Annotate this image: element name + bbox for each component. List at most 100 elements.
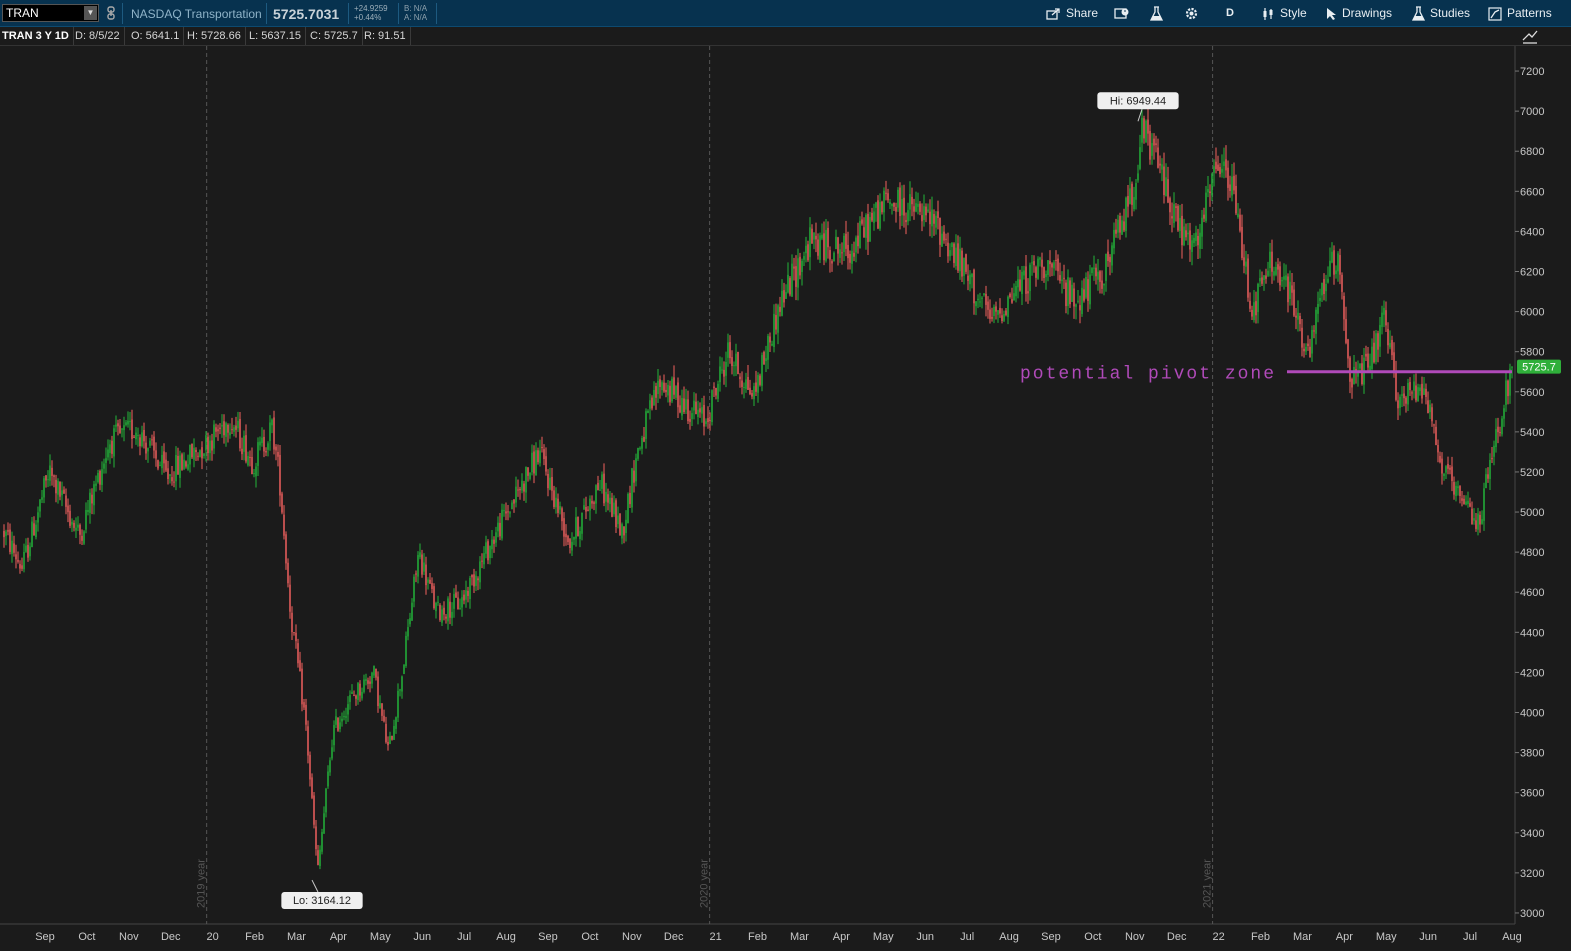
drawings-button[interactable]: Drawings — [1326, 4, 1392, 23]
x-tick-label: Jun — [413, 931, 431, 943]
x-tick-label: Aug — [496, 931, 516, 943]
candle-body-up — [1017, 279, 1019, 288]
candle-body-down — [871, 212, 873, 221]
candle-body-down — [677, 382, 679, 408]
candle-body-down — [799, 256, 801, 276]
candle-body-up — [931, 209, 933, 227]
candle-body-down — [53, 475, 55, 477]
candle-body-down — [1277, 264, 1279, 270]
candle-body-down — [831, 261, 833, 264]
x-tick-label: 21 — [710, 931, 722, 943]
candle-body-down — [245, 435, 247, 462]
candle-body-up — [357, 683, 359, 701]
candle-body-up — [805, 245, 807, 254]
candle-body-up — [1145, 120, 1147, 143]
y-tick-label: 6400 — [1520, 226, 1544, 238]
candle-body-down — [443, 607, 445, 615]
candle-body-down — [1309, 346, 1311, 358]
candle-body-up — [169, 474, 171, 476]
snapshot-icon — [1114, 8, 1129, 19]
candle-body-up — [1263, 275, 1265, 281]
candle-body-up — [193, 447, 195, 460]
candle-body-up — [819, 235, 821, 260]
chevron-down-icon[interactable]: ▼ — [84, 6, 97, 20]
candle-body-up — [321, 832, 323, 852]
candle-body-up — [599, 489, 601, 491]
x-tick-label: Mar — [790, 931, 809, 943]
high-label: Hi: 6949.44 — [1110, 95, 1166, 107]
candle-body-up — [29, 546, 31, 557]
style-button[interactable]: Style — [1262, 4, 1307, 23]
share-button[interactable]: Share — [1046, 4, 1098, 23]
candle-body-down — [215, 427, 217, 432]
collapse-icon[interactable] — [1521, 28, 1539, 45]
candle-body-down — [937, 211, 939, 218]
x-tick-label: May — [873, 931, 894, 943]
price-chart[interactable]: 3000 3200 3400 3600 3800 4000 4200 4400 4600 4800… — [0, 46, 1571, 951]
link-icon[interactable] — [106, 6, 118, 20]
candle-body-down — [807, 244, 809, 261]
candle-body-down — [1189, 230, 1191, 250]
candle-body-down — [1063, 277, 1065, 279]
symbol-input[interactable] — [3, 5, 86, 21]
candle-body-up — [1211, 173, 1213, 196]
candle-body-up — [1481, 519, 1483, 524]
candle-body-down — [703, 405, 705, 427]
candle-body-up — [323, 813, 325, 834]
candle-body-down — [155, 450, 157, 459]
candle-body-up — [1075, 304, 1077, 307]
y-tick-label: 6800 — [1520, 146, 1544, 158]
last-price: 5725.7031 — [273, 6, 340, 22]
flask-button[interactable] — [1149, 4, 1168, 23]
candle-body-up — [765, 358, 767, 362]
candle-body-up — [757, 375, 759, 393]
candle-body-up — [95, 483, 97, 486]
studies-button[interactable]: Studies — [1411, 4, 1470, 23]
aggregation-button[interactable]: D — [1226, 4, 1234, 23]
candle-body-up — [671, 378, 673, 402]
candle-body-up — [11, 540, 13, 554]
candle-body-down — [281, 493, 283, 513]
candle-body-down — [433, 586, 435, 609]
candle-body-down — [45, 475, 47, 481]
candle-body-down — [131, 419, 133, 439]
candle-body-up — [85, 509, 87, 530]
candle-body-down — [563, 518, 565, 537]
candle-body-up — [1195, 232, 1197, 241]
candle-body-down — [861, 219, 863, 224]
candle-body-down — [231, 429, 233, 431]
candle-body-up — [1047, 260, 1049, 276]
candle-body-down — [1471, 508, 1473, 525]
settings-button[interactable] — [1184, 4, 1204, 23]
candle-body-up — [115, 424, 117, 427]
candle-body-down — [723, 369, 725, 377]
candle-body-up — [1113, 229, 1115, 249]
candle-body-up — [335, 716, 337, 725]
candle-body-up — [97, 472, 99, 483]
symbol-selector[interactable]: ▼ — [2, 4, 99, 22]
candle-body-up — [23, 552, 25, 570]
candle-body-down — [1005, 310, 1007, 315]
patterns-button[interactable]: Patterns — [1488, 4, 1552, 23]
candle-body-up — [1165, 177, 1167, 197]
x-tick-label: Mar — [287, 931, 306, 943]
candle-body-down — [823, 233, 825, 261]
snapshot-button[interactable] — [1114, 4, 1135, 23]
candle-body-down — [307, 726, 309, 756]
candle-body-down — [713, 386, 715, 388]
candle-body-down — [337, 717, 339, 731]
candle-body-down — [1243, 257, 1245, 266]
candle-body-up — [343, 716, 345, 718]
candle-body-up — [361, 691, 363, 699]
candle-body-up — [1381, 312, 1383, 327]
candle-body-down — [541, 447, 543, 449]
candle-body-up — [1129, 188, 1131, 204]
candle-body-down — [1435, 426, 1437, 446]
candle-body-up — [697, 409, 699, 418]
candle-body-up — [1021, 271, 1023, 295]
candle-body-up — [491, 539, 493, 550]
candle-body-down — [301, 668, 303, 705]
x-tick-label: Jun — [1419, 931, 1437, 943]
candle-body-up — [427, 579, 429, 583]
candle-body-up — [459, 607, 461, 609]
